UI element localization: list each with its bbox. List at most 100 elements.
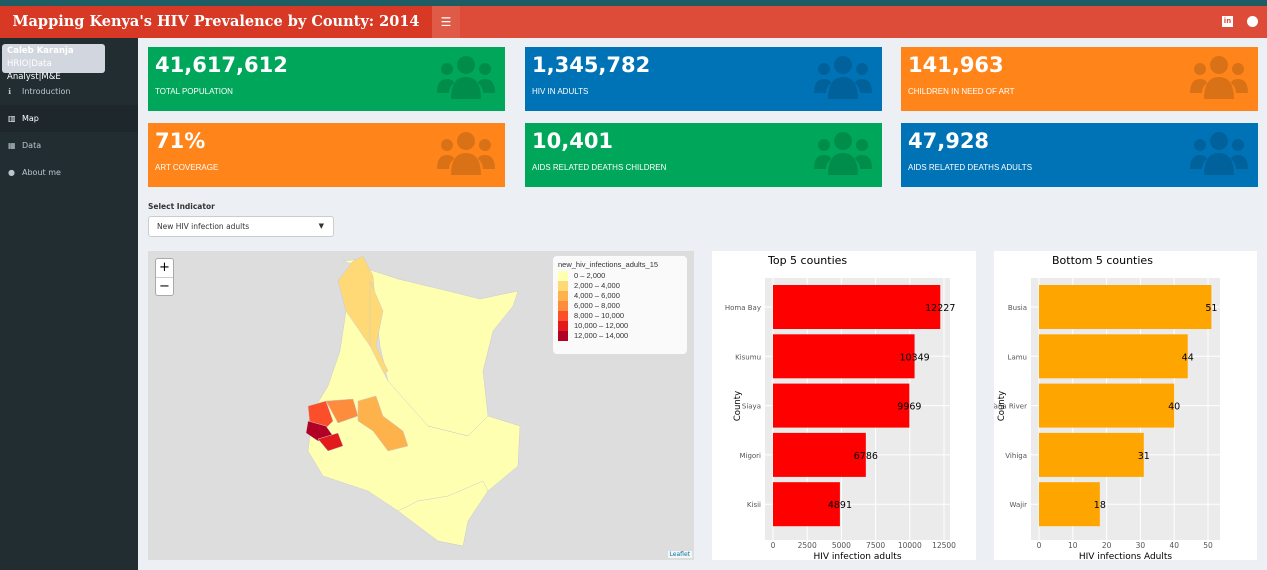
value-box: 141,963 CHILDREN IN NEED OF ART (901, 47, 1258, 111)
legend-label: 0 – 2,000 (574, 271, 606, 280)
github-icon[interactable] (1247, 16, 1258, 27)
value-box-label: HIV IN ADULTS (532, 87, 589, 96)
data-label: 12227 (925, 303, 955, 314)
users-icon (437, 132, 495, 175)
sidebar-item-label: Introduction (22, 87, 71, 96)
y-tick-label: Kisumu (735, 353, 761, 361)
x-tick-label: 2500 (798, 541, 817, 550)
value-box-value: 71% (155, 129, 206, 153)
sidebar-item-introduction[interactable]: ℹ Introduction (0, 78, 138, 105)
legend-swatch (558, 271, 568, 281)
value-box-value: 41,617,612 (155, 53, 288, 77)
indicator-select[interactable]: New HIV infection adults ▼ (148, 216, 334, 237)
bar (773, 334, 915, 379)
value-box: 1,345,782 HIV IN ADULTS (525, 47, 882, 111)
indicator-selected: New HIV infection adults (157, 222, 250, 231)
x-tick-label: 50 (1203, 541, 1213, 550)
zoom-out-button[interactable]: − (156, 277, 173, 295)
legend-swatch (558, 301, 568, 311)
data-label: 10349 (899, 352, 929, 363)
data-label: 6786 (854, 451, 878, 462)
bar (773, 383, 910, 428)
x-tick-label: 30 (1136, 541, 1146, 550)
y-tick-label: Lamu (1008, 353, 1027, 361)
chart-title: Bottom 5 counties (1052, 254, 1153, 267)
legend-label: 4,000 – 6,000 (574, 291, 620, 300)
legend-swatch (558, 321, 568, 331)
legend-label: 6,000 – 8,000 (574, 301, 620, 310)
users-icon (814, 132, 872, 175)
x-tick-label: 10000 (898, 541, 922, 550)
sidebar-item-label: Data (22, 141, 42, 150)
x-tick-label: 40 (1169, 541, 1179, 550)
value-box: 71% ART COVERAGE (148, 123, 505, 187)
value-box-label: ART COVERAGE (155, 163, 219, 172)
user-name: Caleb Karanja (7, 46, 74, 56)
y-tick-label: Siaya (742, 403, 761, 411)
value-box-value: 1,345,782 (532, 53, 651, 77)
data-label: 44 (1182, 352, 1194, 363)
chart-title: Top 5 counties (767, 254, 847, 267)
legend-label: 2,000 – 4,000 (574, 281, 620, 290)
y-axis-title: County (733, 391, 743, 421)
zoom-in-button[interactable]: + (156, 259, 173, 277)
value-box: 41,617,612 TOTAL POPULATION (148, 47, 505, 111)
value-box-label: AIDS RELATED DEATHS ADULTS (908, 163, 1033, 172)
sidebar-item-label: Map (22, 114, 39, 123)
sidebar: Caleb Karanja HRIO|Data Analyst|M&E ℹ Int… (0, 38, 138, 570)
value-box: 10,401 AIDS RELATED DEATHS CHILDREN (525, 123, 882, 187)
legend-item: 0 – 2,000 (558, 271, 682, 281)
users-icon (1190, 56, 1248, 99)
users-icon (1190, 132, 1248, 175)
sidebar-item-map[interactable]: ▥ Map (0, 105, 138, 132)
y-tick-label: Busia (1008, 304, 1027, 312)
x-axis-title: HIV infection adults (813, 552, 901, 560)
legend-swatch (558, 291, 568, 301)
sidebar-item-about-me[interactable]: ● About me (0, 159, 138, 186)
legend-label: 10,000 – 12,000 (574, 321, 629, 330)
value-box: 47,928 AIDS RELATED DEATHS ADULTS (901, 123, 1258, 187)
y-tick-label: Wajir (1009, 501, 1027, 509)
bar (1039, 383, 1175, 428)
value-box-label: AIDS RELATED DEATHS CHILDREN (532, 163, 667, 172)
x-tick-label: 0 (771, 541, 776, 550)
zoom-control: + − (155, 258, 174, 296)
map-legend: new_hiv_infections_adults_15 0 – 2,000 2,… (553, 256, 687, 354)
legend-item: 6,000 – 8,000 (558, 301, 682, 311)
legend-item: 8,000 – 10,000 (558, 311, 682, 321)
legend-item: 12,000 – 14,000 (558, 331, 682, 341)
sidebar-item-data[interactable]: ▦ Data (0, 132, 138, 159)
hamburger-icon[interactable]: ☰ (432, 6, 460, 38)
x-tick-label: 12500 (932, 541, 956, 550)
value-box-value: 47,928 (908, 129, 990, 153)
bar (1039, 334, 1188, 379)
user-icon: ● (8, 168, 15, 177)
legend-swatch (558, 311, 568, 321)
y-tick-label: Kisii (747, 501, 761, 509)
x-tick-label: 10 (1068, 541, 1078, 550)
data-label: 9969 (897, 402, 921, 413)
map[interactable]: + − new_hiv_infections_adults_15 0 – 2,0… (148, 251, 694, 560)
data-label: 51 (1205, 303, 1217, 314)
bar (1039, 285, 1212, 329)
y-tick-label: Homa Bay (725, 304, 761, 312)
indicator-label: Select Indicator (148, 202, 215, 211)
app-title: Mapping Kenya's HIV Prevalence by County… (0, 6, 432, 62)
legend-title: new_hiv_infections_adults_15 (558, 260, 659, 269)
value-box-label: CHILDREN IN NEED OF ART (908, 87, 1015, 96)
x-tick-label: 0 (1037, 541, 1042, 550)
user-panel: Caleb Karanja HRIO|Data Analyst|M&E (2, 44, 105, 82)
users-icon (437, 56, 495, 99)
leaflet-attribution-link[interactable]: Leaflet (667, 551, 692, 558)
x-tick-label: 20 (1102, 541, 1112, 550)
info-icon: ℹ (8, 87, 12, 96)
legend-swatch (558, 331, 568, 341)
linkedin-icon[interactable]: in (1222, 16, 1233, 27)
legend-item: 4,000 – 6,000 (558, 291, 682, 301)
table-icon: ▦ (8, 141, 16, 150)
users-icon (814, 56, 872, 99)
legend-swatch (558, 281, 568, 291)
header: Mapping Kenya's HIV Prevalence by County… (0, 6, 1267, 62)
bar (773, 432, 866, 477)
sidebar-item-label: About me (22, 168, 61, 177)
